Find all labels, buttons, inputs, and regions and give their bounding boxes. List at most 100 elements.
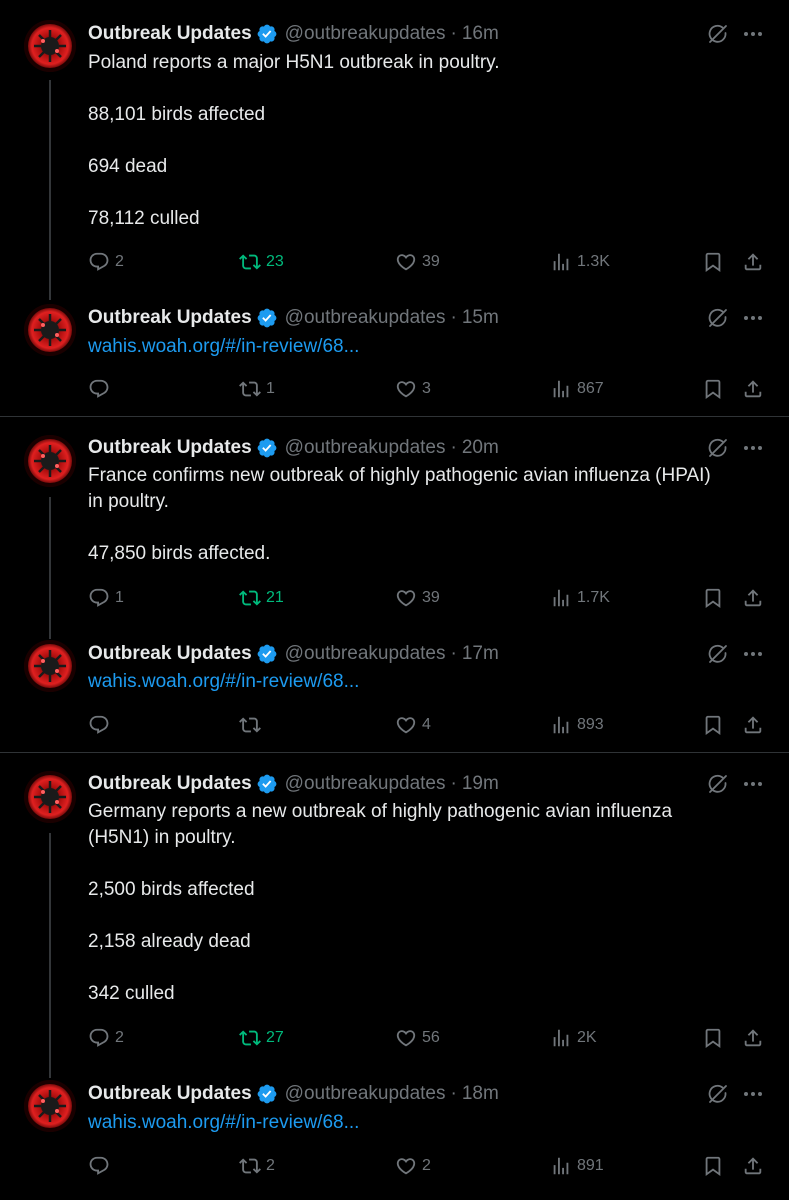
retweet-count: 2 bbox=[266, 1157, 275, 1174]
views-icon bbox=[550, 1155, 572, 1177]
retweet-button[interactable]: 21 bbox=[239, 585, 284, 611]
tweet-header: Outbreak Updates @outbreakupdates · 16m bbox=[88, 22, 499, 46]
grok-icon[interactable] bbox=[706, 22, 730, 46]
share-button[interactable] bbox=[742, 1025, 764, 1051]
share-button[interactable] bbox=[742, 376, 764, 402]
avatar[interactable] bbox=[24, 304, 76, 356]
share-icon bbox=[742, 378, 764, 400]
grok-icon[interactable] bbox=[706, 642, 730, 666]
like-count: 39 bbox=[422, 253, 440, 270]
display-name[interactable]: Outbreak Updates bbox=[88, 1083, 252, 1105]
views-button[interactable]: 2K bbox=[550, 1025, 597, 1051]
share-button[interactable] bbox=[742, 249, 764, 275]
display-name[interactable]: Outbreak Updates bbox=[88, 643, 252, 665]
more-icon[interactable] bbox=[740, 1082, 766, 1106]
retweet-button[interactable]: 1 bbox=[239, 376, 275, 402]
verified-badge-icon[interactable] bbox=[256, 307, 278, 329]
text-line: 342 culled bbox=[88, 983, 175, 1004]
bookmark-button[interactable] bbox=[702, 249, 724, 275]
display-name[interactable]: Outbreak Updates bbox=[88, 307, 252, 329]
user-handle[interactable]: @outbreakupdates bbox=[285, 1083, 446, 1105]
like-button[interactable]: 4 bbox=[395, 712, 431, 738]
views-button[interactable]: 867 bbox=[550, 376, 604, 402]
timestamp[interactable]: 17m bbox=[462, 643, 499, 665]
view-count: 891 bbox=[577, 1157, 604, 1174]
retweet-icon bbox=[239, 1027, 261, 1049]
reply-button[interactable]: 2 bbox=[88, 1025, 124, 1051]
verified-badge-icon[interactable] bbox=[256, 437, 278, 459]
timestamp[interactable]: 15m bbox=[462, 307, 499, 329]
views-icon bbox=[550, 587, 572, 609]
wahis-link[interactable]: wahis.woah.org/#/in-review/68... bbox=[88, 1112, 359, 1133]
grok-icon[interactable] bbox=[706, 436, 730, 460]
text-line: (H5N1) in poultry. bbox=[88, 827, 236, 848]
bookmark-button[interactable] bbox=[702, 1025, 724, 1051]
display-name[interactable]: Outbreak Updates bbox=[88, 437, 252, 459]
avatar[interactable] bbox=[24, 20, 76, 72]
user-handle[interactable]: @outbreakupdates bbox=[285, 643, 446, 665]
verified-badge-icon[interactable] bbox=[256, 23, 278, 45]
verified-badge-icon[interactable] bbox=[256, 643, 278, 665]
retweet-button[interactable]: 2 bbox=[239, 1153, 275, 1179]
views-icon bbox=[550, 1027, 572, 1049]
user-handle[interactable]: @outbreakupdates bbox=[285, 307, 446, 329]
bookmark-icon bbox=[702, 251, 724, 273]
like-button[interactable]: 39 bbox=[395, 249, 440, 275]
retweet-button[interactable]: 23 bbox=[239, 249, 284, 275]
verified-badge-icon[interactable] bbox=[256, 773, 278, 795]
reply-button[interactable]: 1 bbox=[88, 585, 124, 611]
timestamp[interactable]: 19m bbox=[462, 773, 499, 795]
bookmark-button[interactable] bbox=[702, 376, 724, 402]
avatar[interactable] bbox=[24, 435, 76, 487]
views-button[interactable]: 893 bbox=[550, 712, 604, 738]
tweet-text: Poland reports a major H5N1 outbreak in … bbox=[88, 50, 758, 232]
like-button[interactable]: 56 bbox=[395, 1025, 440, 1051]
reply-button[interactable] bbox=[88, 712, 115, 738]
share-button[interactable] bbox=[742, 712, 764, 738]
timestamp[interactable]: 18m bbox=[462, 1083, 499, 1105]
text-line bbox=[88, 955, 758, 981]
avatar[interactable] bbox=[24, 1080, 76, 1132]
grok-icon[interactable] bbox=[706, 306, 730, 330]
bookmark-button[interactable] bbox=[702, 1153, 724, 1179]
retweet-button[interactable]: 27 bbox=[239, 1025, 284, 1051]
user-handle[interactable]: @outbreakupdates bbox=[285, 23, 446, 45]
like-button[interactable]: 39 bbox=[395, 585, 440, 611]
like-button[interactable]: 2 bbox=[395, 1153, 431, 1179]
user-handle[interactable]: @outbreakupdates bbox=[285, 437, 446, 459]
share-button[interactable] bbox=[742, 585, 764, 611]
avatar[interactable] bbox=[24, 640, 76, 692]
more-icon[interactable] bbox=[740, 772, 766, 796]
timestamp[interactable]: 16m bbox=[462, 23, 499, 45]
views-button[interactable]: 891 bbox=[550, 1153, 604, 1179]
avatar[interactable] bbox=[24, 771, 76, 823]
grok-icon[interactable] bbox=[706, 772, 730, 796]
reply-button[interactable]: 2 bbox=[88, 249, 124, 275]
wahis-link[interactable]: wahis.woah.org/#/in-review/68... bbox=[88, 671, 359, 692]
bookmark-button[interactable] bbox=[702, 712, 724, 738]
wahis-link[interactable]: wahis.woah.org/#/in-review/68... bbox=[88, 336, 359, 357]
retweet-button[interactable] bbox=[239, 712, 266, 738]
user-handle[interactable]: @outbreakupdates bbox=[285, 773, 446, 795]
display-name[interactable]: Outbreak Updates bbox=[88, 23, 252, 45]
grok-icon[interactable] bbox=[706, 1082, 730, 1106]
reply-button[interactable] bbox=[88, 1153, 115, 1179]
more-icon[interactable] bbox=[740, 22, 766, 46]
more-icon[interactable] bbox=[740, 306, 766, 330]
views-button[interactable]: 1.3K bbox=[550, 249, 610, 275]
more-icon[interactable] bbox=[740, 642, 766, 666]
more-icon[interactable] bbox=[740, 436, 766, 460]
bookmark-button[interactable] bbox=[702, 585, 724, 611]
text-line: 2,158 already dead bbox=[88, 931, 251, 952]
action-bar: 1 3 867 bbox=[88, 376, 778, 402]
share-icon bbox=[742, 587, 764, 609]
display-name[interactable]: Outbreak Updates bbox=[88, 773, 252, 795]
views-icon bbox=[550, 378, 572, 400]
reply-button[interactable] bbox=[88, 376, 115, 402]
views-button[interactable]: 1.7K bbox=[550, 585, 610, 611]
timestamp[interactable]: 20m bbox=[462, 437, 499, 459]
share-button[interactable] bbox=[742, 1153, 764, 1179]
verified-badge-icon[interactable] bbox=[256, 1083, 278, 1105]
like-button[interactable]: 3 bbox=[395, 376, 431, 402]
action-bar: 2 2 891 bbox=[88, 1153, 778, 1179]
